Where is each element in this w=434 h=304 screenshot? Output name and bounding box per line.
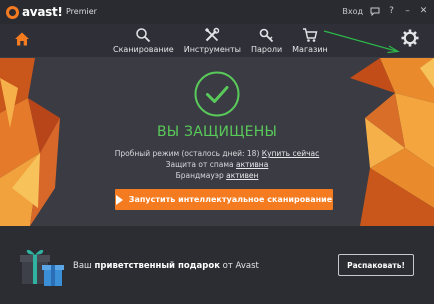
spam-text: Защита от спама [165, 160, 234, 169]
avast-logo-icon [6, 5, 19, 19]
help-button[interactable]: ? [387, 6, 396, 16]
unpack-button[interactable]: Распаковать! [338, 254, 414, 276]
close-button[interactable]: ✕ [419, 6, 428, 16]
window-controls: Вход ? – ✕ [342, 6, 428, 16]
home-icon[interactable] [14, 31, 30, 47]
trial-info: Пробный режим (осталось дней: 18) Купить… [0, 149, 434, 158]
search-icon [136, 28, 151, 43]
trial-text: Пробный режим (осталось дней: 18) [114, 149, 260, 158]
gift-footer: Ваш приветственный подарок от Avast Расп… [0, 226, 434, 304]
firewall-status-link[interactable]: активен [226, 171, 258, 180]
nav-item-passwords[interactable]: Пароли [251, 27, 282, 54]
spam-info: Защита от спама активна [0, 160, 434, 169]
nav-item-scan[interactable]: Сканирование [113, 27, 174, 54]
gift-prefix: Ваш [73, 261, 95, 271]
gift-suffix: от Avast [219, 261, 259, 271]
nav-item-tools[interactable]: Инструменты [184, 27, 241, 54]
play-icon [115, 194, 123, 205]
gift-bold: приветственный подарок [94, 261, 220, 271]
smart-scan-button[interactable]: Запустить интеллектуальное сканирование [115, 189, 333, 210]
firewall-info: Брандмауэр активен [0, 171, 434, 180]
protected-check-icon [194, 71, 240, 117]
tools-icon [205, 27, 220, 42]
smart-scan-label: Запустить интеллектуальное сканирование [128, 195, 333, 204]
gift-box-icon [20, 249, 64, 286]
gear-icon[interactable] [401, 29, 419, 47]
nav-label-passwords: Пароли [250, 45, 283, 54]
spam-status-link[interactable]: активна [236, 160, 268, 169]
nav-label-tools: Инструменты [183, 45, 241, 54]
main-nav: Сканирование Инструменты Пароли Магазин [113, 27, 338, 54]
cart-icon [302, 28, 318, 42]
key-icon [259, 28, 273, 43]
status-prefix: ВЫ [157, 124, 185, 140]
protection-status: ВЫ ЗАЩИЩЕНЫ [0, 124, 434, 140]
status-emphasis: ЗАЩИЩЕНЫ [184, 124, 277, 140]
chat-icon[interactable] [370, 7, 380, 16]
avast-window: avast! Premier Вход ? – ✕ Сканирование И… [0, 0, 434, 304]
main-panel: ВЫ ЗАЩИЩЕНЫ Пробный режим (осталось дней… [0, 58, 434, 226]
firewall-text: Брандмауэр [175, 171, 224, 180]
buy-now-link[interactable]: Купить сейчас [262, 149, 319, 158]
avast-logo: avast! [6, 5, 63, 19]
edition-label: Premier [66, 7, 97, 16]
arrow-annotation [323, 30, 400, 54]
nav-label-scan: Сканирование [113, 45, 174, 54]
minimize-button[interactable]: – [403, 6, 412, 16]
logo-text: avast! [22, 5, 63, 19]
login-link[interactable]: Вход [342, 7, 363, 16]
title-bar: avast! Premier Вход ? – ✕ [0, 0, 434, 24]
nav-bar: Сканирование Инструменты Пароли Магазин [0, 24, 434, 58]
gift-message: Ваш приветственный подарок от Avast [73, 261, 259, 271]
